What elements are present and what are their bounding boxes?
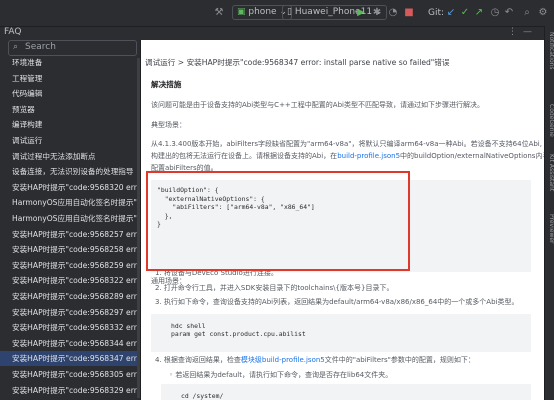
search-icon[interactable]: ⌕ (520, 6, 534, 20)
run-icon[interactable]: ▶ (354, 6, 368, 20)
tree-item[interactable]: 环境准备 (0, 55, 140, 70)
tree-item[interactable]: 安装HAP时提示"code:9568305 error: de (0, 367, 140, 382)
rollback-icon[interactable]: ↶ (502, 6, 516, 20)
tree-item[interactable]: 预览器 (0, 102, 140, 117)
faq-header-actions: ⋮— (508, 27, 538, 37)
step-2: 2. 打开命令行工具，并进入SDK安装目录下的toolchains\{版本号}目… (155, 284, 394, 292)
text-span: 文件中的"abiFilters"参数中的配置，规则如下： (324, 356, 475, 364)
tree-item[interactable]: 工程管理 (0, 71, 140, 86)
tree-item-label: 设备连接，无法识别设备的处理指导 (12, 167, 134, 177)
search-icon: ⌕ (13, 42, 19, 52)
update-icon[interactable]: ↙ (444, 6, 458, 20)
tree-item-label: 安装HAP时提示"code:9568332 error: ins (12, 323, 140, 333)
tree-item-label: 工程管理 (12, 73, 43, 83)
tree-item-label: 安装HAP时提示"code:9568259 error: ins (12, 260, 140, 270)
tree-item-label: 安装HAP时提示"code:9568258 error: ins (12, 245, 140, 255)
search-input[interactable]: ⌕ Search (8, 40, 137, 56)
tree-item-label: 编译构建 (12, 120, 43, 130)
hammer-icon[interactable]: ⚒ (212, 6, 226, 20)
tree-item[interactable]: 调试运行 (0, 133, 140, 148)
tree-item-label: 安装HAP时提示"code:9568347 error: ins (12, 354, 140, 364)
tree-item-label: 安装HAP时提示"code:9568297 error: ins (12, 307, 140, 317)
code-block-hdc: hdc shell param get const.product.cpu.ab… (151, 314, 531, 352)
paragraph-typical: 典型场景： (151, 121, 186, 129)
step-4: 4. 根据查询返回结果，检查模块级build-profile.json5文件中的… (155, 355, 475, 365)
minimize-icon[interactable]: — (523, 27, 538, 37)
tree-item-label: 安装HAP时提示"code:9568322 error: sig (12, 276, 140, 286)
tree-item[interactable]: 安装HAP时提示"code:9568259 error: ins (0, 258, 140, 273)
tree-item[interactable]: 安装HAP时提示"code:9568258 error: ins (0, 242, 140, 257)
tree-item[interactable]: HarmonyOS应用自动化签名时提示"Unsu (0, 211, 140, 226)
search-placeholder: Search (25, 42, 56, 52)
tree-item[interactable]: 安装HAP时提示"code:9568344 error: ins (0, 336, 140, 351)
module-build-profile-link[interactable]: 模块级build-profile.json5 (241, 356, 325, 364)
tree-item[interactable]: 安装HAP时提示"code:9568289 error: ins (0, 289, 140, 304)
tool-kit-assistant[interactable]: Kit Assistant (545, 154, 554, 191)
tree-item[interactable]: HarmonyOS应用自动化签名时提示"Provi (0, 195, 140, 210)
tree-item[interactable]: 调试过程中无法添加断点 (0, 149, 140, 164)
tool-previewer[interactable]: Previewer (545, 214, 554, 244)
tree-item-label: 代码编辑 (12, 89, 43, 99)
tree-item-label: 安装HAP时提示"code:9568289 error: ins (12, 292, 140, 301)
tree-item[interactable]: 安装HAP时提示"code:9568347 error: ins (0, 351, 140, 367)
tree-item-label: 安装HAP时提示"code:9568320 error: nc (12, 182, 140, 192)
text-span: 中的buildOption/externalNativeOptions内手动 (400, 152, 544, 160)
faq-title: FAQ (4, 27, 22, 37)
paragraph-intro: 该问题可能是由于设备支持的Abi类型与C++工程中配置的Abi类型不匹配导致，请… (151, 101, 484, 109)
text-span: 4. 根据查询返回结果，检查 (155, 356, 241, 364)
device-icon: ▯ (287, 7, 292, 17)
section-title: 解决措施 (151, 80, 182, 89)
tree-item-label: HarmonyOS应用自动化签名时提示"Provi (12, 198, 140, 208)
tree-item[interactable]: 安装HAP时提示"code:9568320 error: nc (0, 180, 140, 195)
tool-codegenie[interactable]: CodeGenie (545, 104, 554, 137)
tool-notifications[interactable]: Notifications (545, 32, 554, 70)
tree-item[interactable]: 安装HAP时提示"code:9568332 error: ins (0, 320, 140, 335)
tree-item[interactable]: 安装HAP时提示"code:9568322 error: sig (0, 273, 140, 288)
tree-item-label: HarmonyOS应用自动化签名时提示"Unsu (12, 214, 140, 223)
stop-icon[interactable]: ■ (402, 6, 416, 20)
faq-header: FAQ ⋮— (0, 26, 544, 40)
tree-item-label: 调试过程中无法添加断点 (12, 151, 96, 161)
tree-item[interactable]: 安装HAP时提示"code:9568297 error: ins (0, 305, 140, 320)
more-icon[interactable]: ⋮ (508, 27, 523, 37)
git-label: Git: (428, 8, 445, 18)
bullet-default: ◦ 若返回结果为default，请执行如下命令，查询是否存在lib64文件夹。 (169, 371, 393, 379)
tree-item-label: 安装HAP时提示"code:9568257 error: fai (12, 229, 140, 239)
right-tool-strip: Notifications CodeGenie Kit Assistant Pr… (544, 26, 554, 400)
paragraph-detail-2: 构建出的包将无法运行在设备上。请根据设备支持的Abi，在build-profil… (151, 151, 544, 161)
settings-icon[interactable]: ⚙ (536, 6, 550, 20)
tree-item-label: 环境准备 (12, 58, 43, 67)
tree-item[interactable]: 编译构建 (0, 117, 140, 132)
article-pane: 调试运行 > 安装HAP时提示"code:9568347 error: inst… (141, 40, 544, 400)
tree-item[interactable]: 代码编辑 (0, 86, 140, 101)
tree-item-label: 预览器 (12, 104, 35, 114)
tree-item-label: 安装HAP时提示"code:9568344 error: ins (12, 338, 140, 348)
code-text: cd /system/ ls (181, 392, 224, 400)
breadcrumb: 调试运行 > 安装HAP时提示"code:9568347 error: inst… (145, 58, 450, 67)
push-icon[interactable]: ↗ (472, 6, 486, 20)
top-toolbar: ⚒ ▣ phone ⌄ ▯ Huawei_Phone11 ⌄ ▶ ✱ ◔ ■ G… (0, 0, 554, 27)
code-block-lib64: cd /system/ ls (161, 384, 531, 400)
commit-icon[interactable]: ✓ (458, 6, 472, 20)
profile-icon[interactable]: ◔ (386, 6, 400, 20)
tree-item[interactable]: 安装HAP时提示"code:9568257 error: fai (0, 227, 140, 242)
faq-tree: 环境准备工程管理代码编辑预览器编译构建调试运行调试过程中无法添加断点设备连接，无… (0, 55, 140, 400)
build-profile-link[interactable]: build-profile.json5 (337, 152, 400, 160)
paragraph-detail-1: 从4.1.3.400版本开始，abiFilters字段缺省配置为"arm64-v… (151, 140, 542, 148)
step-3: 3. 执行如下命令，查询设备支持的Abi列表，返回结果为default/arm6… (155, 298, 519, 306)
highlight-box (146, 171, 410, 271)
debug-icon[interactable]: ✱ (370, 6, 384, 20)
tree-item-label: 安装HAP时提示"code:9568329 error: ins (12, 385, 140, 395)
text-span: 构建出的包将无法运行在设备上。请根据设备支持的Abi，在 (151, 152, 338, 160)
tree-item[interactable]: 安装HAP时提示"code:9568329 error: ins (0, 383, 140, 398)
module-label: phone (248, 7, 277, 17)
tree-item-label: 安装HAP时提示"code:9568305 error: de (12, 370, 140, 379)
history-icon[interactable]: ◷ (488, 6, 502, 20)
tree-item[interactable]: 设备连接，无法识别设备的处理指导 (0, 164, 140, 179)
module-icon: ▣ (237, 7, 246, 17)
tree-item-label: 调试运行 (12, 136, 43, 145)
code-text: hdc shell param get const.product.cpu.ab… (171, 322, 306, 339)
